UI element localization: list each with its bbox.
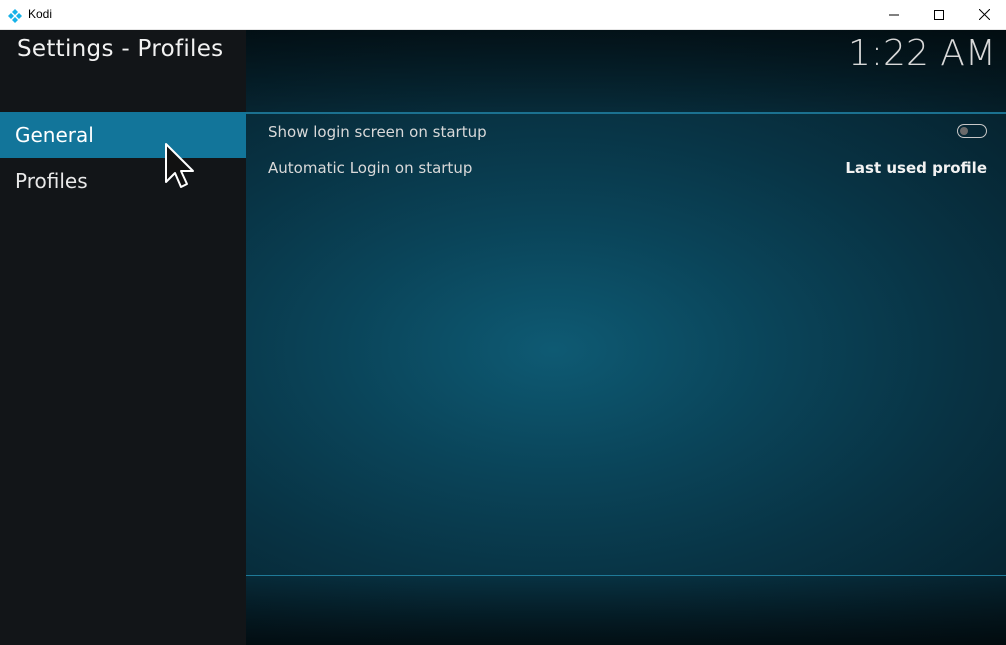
maximize-icon bbox=[934, 5, 944, 24]
sidebar-item-label: General bbox=[15, 123, 94, 147]
sidebar-item-profiles[interactable]: Profiles bbox=[0, 158, 246, 204]
minimize-icon bbox=[889, 5, 899, 24]
close-icon bbox=[978, 5, 990, 24]
setting-show-login-screen[interactable]: Show login screen on startup bbox=[246, 114, 1006, 150]
kodi-main-area: Settings - Profiles General Profiles 1:2… bbox=[0, 30, 1006, 645]
clock: 1:22 AM bbox=[848, 33, 996, 74]
sidebar: Settings - Profiles General Profiles bbox=[0, 30, 246, 645]
close-button[interactable] bbox=[961, 0, 1006, 29]
sidebar-item-general[interactable]: General bbox=[0, 112, 246, 158]
minimize-button[interactable] bbox=[871, 0, 917, 29]
page-title: Settings - Profiles bbox=[17, 36, 224, 62]
kodi-window: Kodi Settings - Profiles General Profile… bbox=[0, 0, 1006, 645]
maximize-button[interactable] bbox=[916, 0, 962, 29]
login-screen-toggle[interactable] bbox=[957, 124, 987, 138]
setting-label: Automatic Login on startup bbox=[268, 159, 473, 177]
automatic-login-value[interactable]: Last used profile bbox=[845, 159, 987, 177]
window-title: Kodi bbox=[28, 7, 53, 21]
sidebar-item-label: Profiles bbox=[15, 169, 88, 193]
setting-automatic-login[interactable]: Automatic Login on startup Last used pro… bbox=[246, 150, 1006, 186]
footer-divider bbox=[246, 575, 1006, 576]
window-titlebar[interactable]: Kodi bbox=[0, 0, 1006, 30]
toggle-knob bbox=[960, 126, 968, 135]
setting-label: Show login screen on startup bbox=[268, 123, 487, 141]
bottom-shade bbox=[246, 576, 1006, 645]
mouse-cursor-icon bbox=[164, 142, 196, 190]
kodi-logo-icon bbox=[8, 8, 22, 23]
